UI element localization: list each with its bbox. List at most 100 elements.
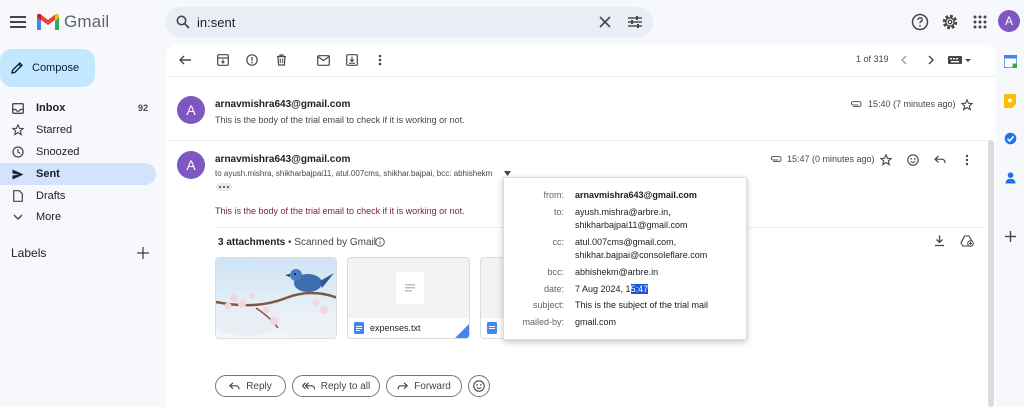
recipients-line: to ayush.mishra, shikharbajpai11, atul.0…	[215, 169, 493, 178]
to-value-2: shikharbajpai11@gmail.com	[575, 220, 688, 230]
emoji-reaction-icon[interactable]	[907, 154, 919, 166]
tasks-icon[interactable]	[1004, 132, 1017, 145]
clock-icon	[0, 146, 36, 158]
sidebar-item-inbox[interactable]: Inbox 92	[0, 97, 156, 119]
message-divider	[166, 140, 988, 141]
message-time: 15:40 (7 minutes ago)	[868, 99, 956, 109]
message-body: This is the body of the trial email to c…	[215, 206, 465, 216]
reply-icon	[229, 382, 240, 390]
sidebar-item-label: Inbox	[36, 102, 66, 114]
sidebar-item-starred[interactable]: Starred	[0, 119, 156, 141]
message-collapsed[interactable]: A arnavmishra643@gmail.com This is the b…	[166, 90, 986, 138]
google-apps-icon[interactable]	[970, 12, 990, 32]
move-to-icon[interactable]	[343, 51, 361, 69]
from-value: arnavmishra643@gmail.com	[575, 190, 697, 200]
add-label-icon[interactable]	[137, 247, 149, 259]
account-avatar[interactable]: A	[998, 10, 1020, 32]
emoji-reaction-button[interactable]	[468, 375, 490, 397]
keep-icon[interactable]	[1004, 94, 1016, 108]
older-chevron-right-icon[interactable]	[922, 51, 940, 69]
clear-search-icon[interactable]	[597, 14, 613, 30]
sidebar-item-more[interactable]: More	[0, 206, 156, 228]
to-label: to:	[553, 207, 564, 217]
attachment-footer: expenses.txt	[348, 318, 469, 338]
show-trimmed-content-icon[interactable]	[216, 183, 232, 191]
compose-button[interactable]: Compose	[0, 49, 95, 87]
search-options-icon[interactable]	[627, 14, 643, 30]
side-panel-rail	[997, 44, 1024, 407]
gmail-logo[interactable]: Gmail	[36, 10, 109, 34]
sidebar-item-sent[interactable]: Sent	[0, 163, 156, 185]
archive-icon[interactable]	[214, 51, 232, 69]
contacts-icon[interactable]	[1004, 171, 1017, 184]
calendar-icon[interactable]	[1004, 55, 1017, 68]
reply-all-label: Reply to all	[320, 380, 371, 392]
sidebar-item-label: Sent	[36, 168, 60, 180]
forward-button[interactable]: Forward	[386, 375, 462, 397]
add-to-drive-icon[interactable]	[960, 235, 974, 247]
app-name: Gmail	[64, 12, 110, 31]
reply-button[interactable]: Reply	[215, 375, 286, 397]
search-bar[interactable]	[165, 7, 653, 37]
sidebar-item-label: Starred	[36, 124, 73, 136]
help-icon[interactable]	[910, 12, 930, 32]
date-value: 7 Aug 2024, 15:47	[575, 283, 649, 296]
search-icon[interactable]	[175, 14, 191, 30]
message-details-popup: from: arnavmishra643@gmail.com to: ayush…	[503, 177, 747, 340]
subject-label: subject:	[532, 300, 564, 310]
star-icon[interactable]	[880, 154, 892, 166]
attachment-text-file[interactable]: expenses.txt	[347, 257, 470, 339]
attachment-image-thumbnail[interactable]	[215, 257, 337, 339]
sidebar-item-snoozed[interactable]: Snoozed	[0, 141, 156, 163]
mark-unread-icon[interactable]	[314, 51, 332, 69]
mailed-by-value: gmail.com	[575, 317, 617, 327]
show-details-caret-icon[interactable]	[504, 171, 511, 176]
forward-icon	[397, 382, 409, 390]
star-icon[interactable]	[961, 99, 973, 111]
star-icon	[0, 124, 36, 136]
draft-icon	[0, 190, 36, 202]
search-input[interactable]	[197, 12, 577, 32]
input-tools-keyboard-icon[interactable]	[946, 52, 974, 68]
sender-email: arnavmishra643@gmail.com	[215, 99, 351, 110]
main-menu-icon[interactable]	[6, 10, 30, 34]
to-value-1: ayush.mishra@arbre.in,	[575, 207, 671, 217]
cc-value-2: shikhar.bajpai@consoleflare.com	[575, 250, 708, 260]
message-time: 15:47 (0 minutes ago)	[787, 154, 875, 164]
cc-value-1: atul.007cms@gmail.com,	[575, 237, 677, 247]
info-icon[interactable]	[375, 237, 385, 247]
report-spam-icon[interactable]	[243, 51, 261, 69]
sidebar-item-drafts[interactable]: Drafts	[0, 185, 156, 207]
doc-type-icon	[354, 322, 364, 334]
back-arrow-icon[interactable]	[176, 51, 194, 69]
selected-time-text: 5:47	[630, 284, 649, 294]
page-count: 1 of 319	[856, 54, 889, 64]
settings-gear-icon[interactable]	[940, 12, 960, 32]
reply-icon[interactable]	[934, 155, 946, 164]
attachment-filename: expenses.txt	[370, 323, 421, 333]
date-label: date:	[543, 284, 564, 294]
sender-email[interactable]: arnavmishra643@gmail.com	[215, 154, 350, 165]
attachment-icon	[850, 100, 862, 108]
inbox-icon	[0, 102, 36, 114]
document-icon	[396, 272, 424, 304]
message-more-icon[interactable]	[965, 154, 969, 166]
pencil-icon	[10, 61, 24, 75]
newer-chevron-left-icon[interactable]	[894, 51, 912, 69]
scrollbar-thumb[interactable]	[988, 140, 994, 407]
get-addons-plus-icon[interactable]	[1005, 231, 1016, 242]
reply-all-button[interactable]: Reply to all	[292, 375, 380, 397]
mailed-by-label: mailed-by:	[522, 317, 564, 327]
reply-all-icon	[301, 382, 315, 390]
scanned-by-gmail: • Scanned by Gmail	[288, 237, 376, 248]
download-all-icon[interactable]	[934, 235, 945, 247]
sender-avatar: A	[177, 96, 205, 124]
from-label: from:	[543, 190, 564, 200]
sender-avatar: A	[177, 151, 205, 179]
sidebar-item-label: Drafts	[36, 190, 66, 202]
delete-icon[interactable]	[272, 51, 290, 69]
gmail-m-icon	[37, 13, 59, 30]
reply-label: Reply	[246, 380, 272, 392]
toolbar-divider	[166, 76, 996, 77]
more-options-icon[interactable]	[371, 51, 389, 69]
